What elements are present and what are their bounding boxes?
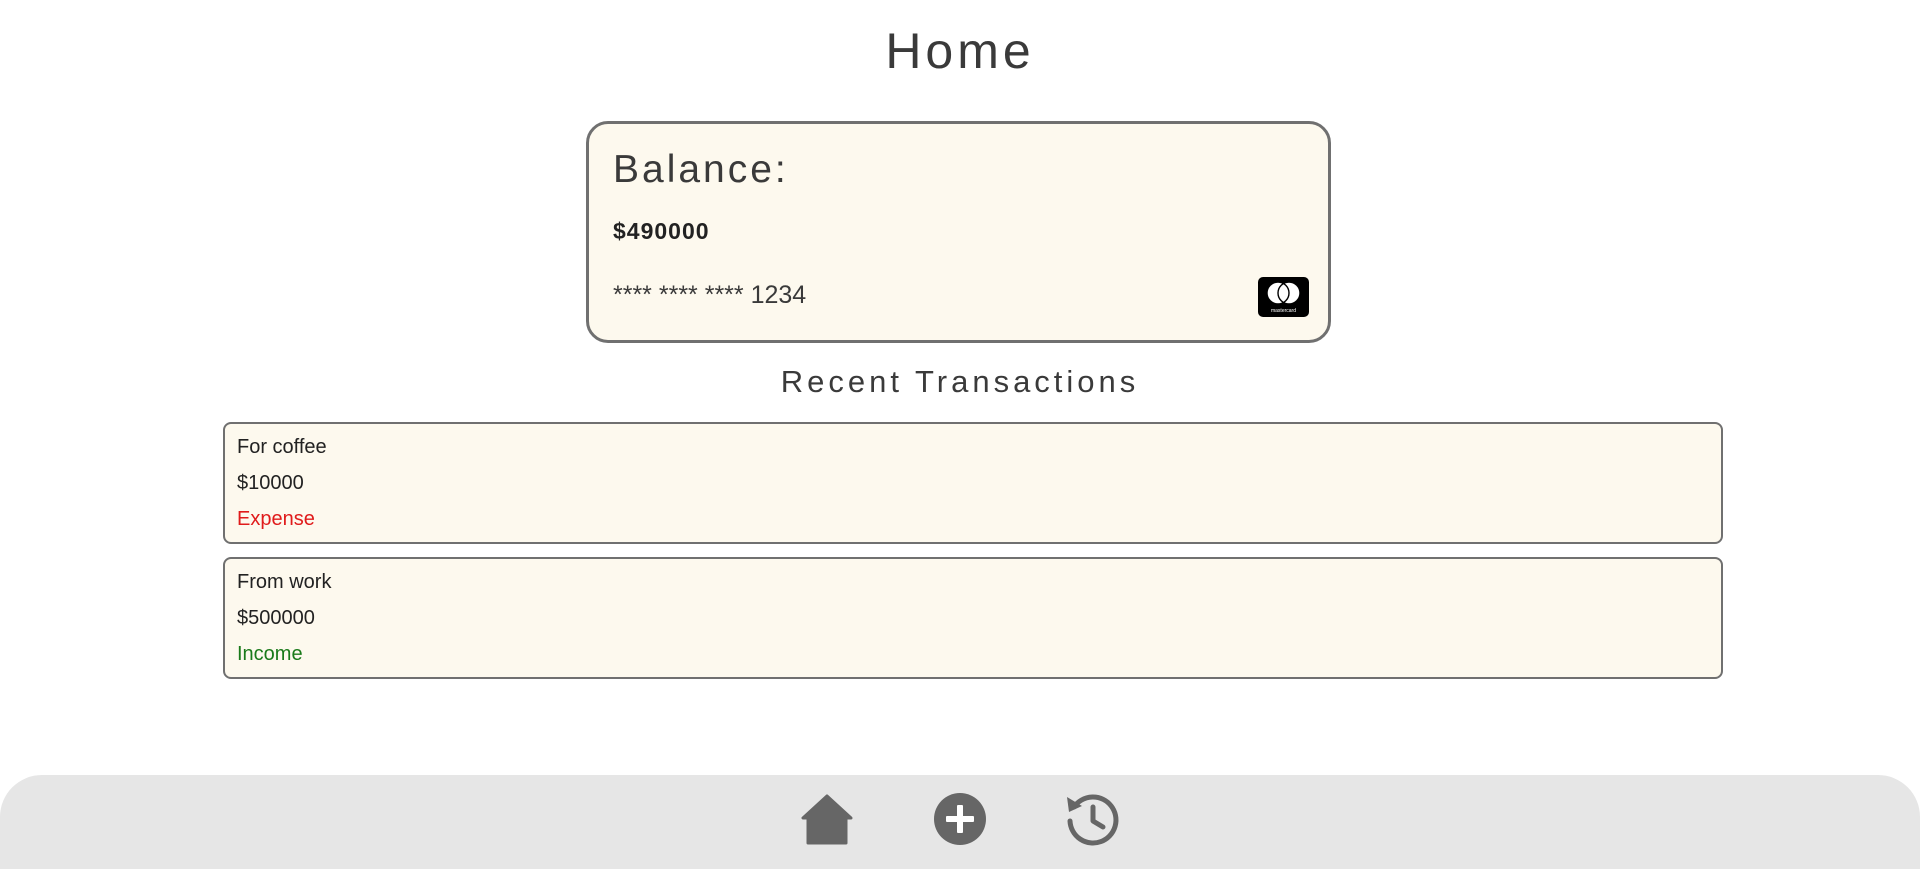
bottom-nav-bar <box>0 775 1920 869</box>
transaction-type: Expense <box>237 508 315 530</box>
home-icon <box>801 794 853 845</box>
balance-label: Balance: <box>613 148 789 191</box>
transaction-card[interactable]: From work $500000 Income <box>223 557 1723 679</box>
balance-amount: $490000 <box>613 218 710 244</box>
balance-card: Balance: $490000 **** **** **** 1234 mas… <box>586 121 1331 343</box>
transaction-description: From work <box>237 571 332 593</box>
history-icon <box>1067 794 1119 846</box>
add-transaction-nav-button[interactable] <box>932 791 988 847</box>
transaction-card[interactable]: For coffee $10000 Expense <box>223 422 1723 544</box>
home-page: Home Balance: $490000 **** **** **** 123… <box>0 0 1920 869</box>
page-title: Home <box>885 23 1035 79</box>
svg-text:mastercard: mastercard <box>1271 308 1296 314</box>
transaction-amount: $10000 <box>237 472 304 494</box>
history-nav-button[interactable] <box>1064 791 1120 847</box>
transaction-type: Income <box>237 643 303 665</box>
mastercard-logo-icon: mastercard <box>1258 277 1309 317</box>
transaction-description: For coffee <box>237 436 327 458</box>
transaction-amount: $500000 <box>237 607 315 629</box>
home-nav-button[interactable] <box>799 791 855 847</box>
add-circle-icon <box>934 793 986 845</box>
recent-transactions-title: Recent Transactions <box>780 364 1140 399</box>
card-number: **** **** **** 1234 <box>613 281 807 309</box>
